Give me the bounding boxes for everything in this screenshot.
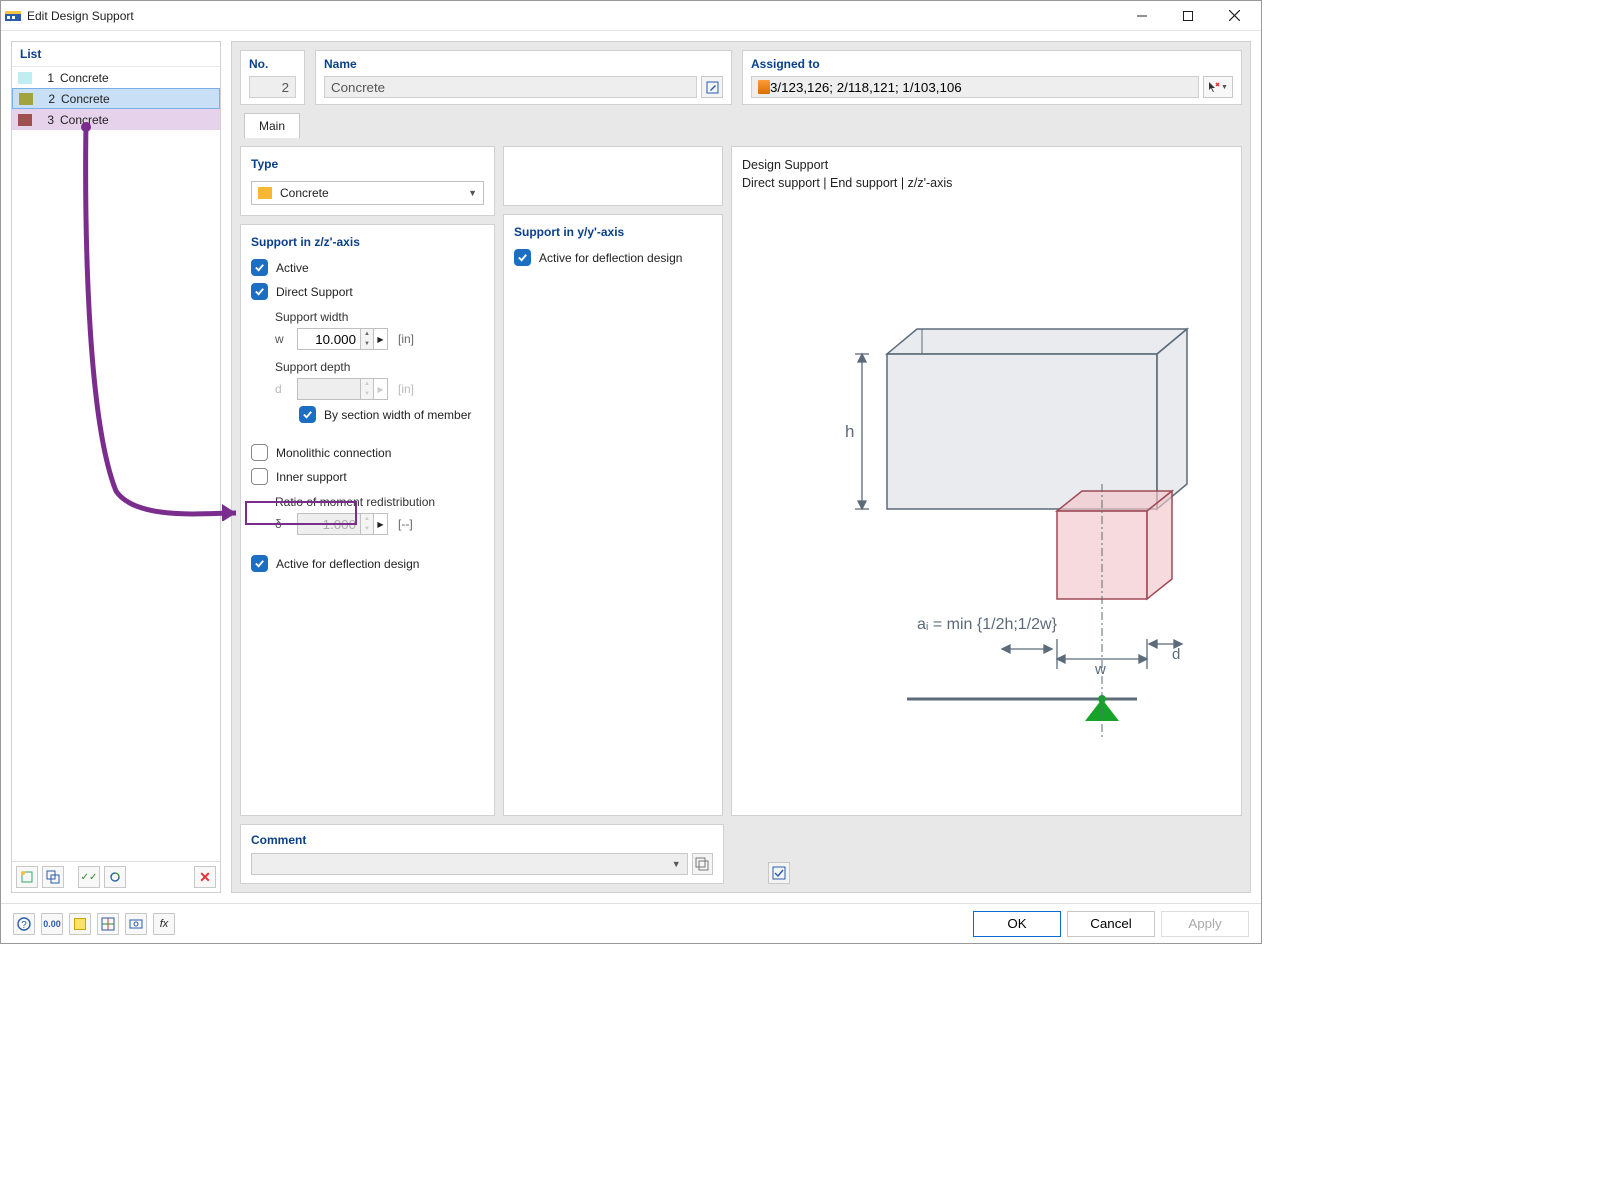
ok-button[interactable]: OK xyxy=(973,911,1061,937)
support-z-label: Support in z/z'-axis xyxy=(251,235,484,249)
fx-button[interactable]: fx xyxy=(153,913,175,935)
direct-support-checkbox[interactable]: Direct Support xyxy=(251,283,484,300)
layout-button[interactable] xyxy=(97,913,119,935)
svg-text:?: ? xyxy=(21,920,27,931)
ratio-input[interactable]: ▲▼ ▶ xyxy=(297,513,388,535)
inner-support-checkbox[interactable]: Inner support xyxy=(251,468,484,485)
app-icon xyxy=(5,8,21,24)
list-item[interactable]: 2 Concrete xyxy=(12,88,220,109)
swatch-icon xyxy=(19,93,33,105)
maximize-button[interactable] xyxy=(1165,1,1211,30)
support-depth-label: Support depth xyxy=(275,360,484,374)
support-width-input[interactable]: ▲▼ ▶ xyxy=(297,328,388,350)
svg-text:w: w xyxy=(1094,661,1106,678)
member-chip-icon xyxy=(758,80,770,94)
window-title: Edit Design Support xyxy=(27,9,1119,23)
assigned-input[interactable] xyxy=(770,77,1192,97)
check-button[interactable]: ✓✓ xyxy=(78,866,100,888)
type-label: Type xyxy=(251,157,484,171)
preview-title: Design Support xyxy=(742,157,1231,175)
type-select[interactable]: Concrete ▼ xyxy=(251,181,484,205)
name-input[interactable] xyxy=(324,76,697,98)
cancel-button[interactable]: Cancel xyxy=(1067,911,1155,937)
svg-text:aᵢ = min {1/2h;1/2w}: aᵢ = min {1/2h;1/2w} xyxy=(917,616,1058,633)
edit-name-button[interactable] xyxy=(701,76,723,98)
help-button[interactable]: ? xyxy=(13,913,35,935)
comment-edit-button[interactable] xyxy=(692,853,713,875)
swatch-icon xyxy=(18,114,32,126)
tab-main[interactable]: Main xyxy=(244,113,300,138)
view-button[interactable] xyxy=(125,913,147,935)
new-item-button[interactable] xyxy=(16,866,38,888)
monolithic-checkbox[interactable]: Monolithic connection xyxy=(251,444,484,461)
support-width-label: Support width xyxy=(275,310,484,324)
reload-button[interactable] xyxy=(104,866,126,888)
delete-item-button[interactable]: ✕ xyxy=(194,866,216,888)
list-header: List xyxy=(12,42,220,67)
preview-diagram: h aᵢ = min {1/2h;1/2w} xyxy=(742,192,1231,805)
support-y-label: Support in y/y'-axis xyxy=(514,225,712,239)
color-button[interactable] xyxy=(69,913,91,935)
minimize-button[interactable] xyxy=(1119,1,1165,30)
list-item[interactable]: 1 Concrete xyxy=(12,67,220,88)
swatch-icon xyxy=(18,72,32,84)
type-swatch-icon xyxy=(258,187,272,199)
units-button[interactable]: 0.00 xyxy=(41,913,63,935)
active-deflection-y-checkbox[interactable]: Active for deflection design xyxy=(514,249,712,266)
assigned-label: Assigned to xyxy=(751,57,1233,71)
no-input[interactable] xyxy=(249,76,296,98)
svg-text:h: h xyxy=(845,422,854,441)
ratio-label: Ratio of moment redistribution xyxy=(275,495,484,509)
support-depth-input: ▲▼ ▶ xyxy=(297,378,388,400)
no-label: No. xyxy=(249,57,296,71)
apply-button: Apply xyxy=(1161,911,1249,937)
list-item[interactable]: 3 Concrete xyxy=(12,109,220,130)
by-section-checkbox[interactable]: By section width of member xyxy=(299,406,484,423)
name-label: Name xyxy=(324,57,723,71)
svg-text:d: d xyxy=(1172,646,1180,663)
view-options-button[interactable] xyxy=(768,862,790,884)
active-deflection-z-checkbox[interactable]: Active for deflection design xyxy=(251,555,484,572)
preview-subtitle: Direct support | End support | z/z'-axis xyxy=(742,175,1231,193)
comment-label: Comment xyxy=(251,833,713,847)
active-checkbox[interactable]: Active xyxy=(251,259,484,276)
pick-button[interactable]: ▼ xyxy=(1203,76,1233,98)
comment-select[interactable]: ▼ xyxy=(251,853,688,875)
copy-item-button[interactable] xyxy=(42,866,64,888)
close-button[interactable] xyxy=(1211,1,1257,30)
